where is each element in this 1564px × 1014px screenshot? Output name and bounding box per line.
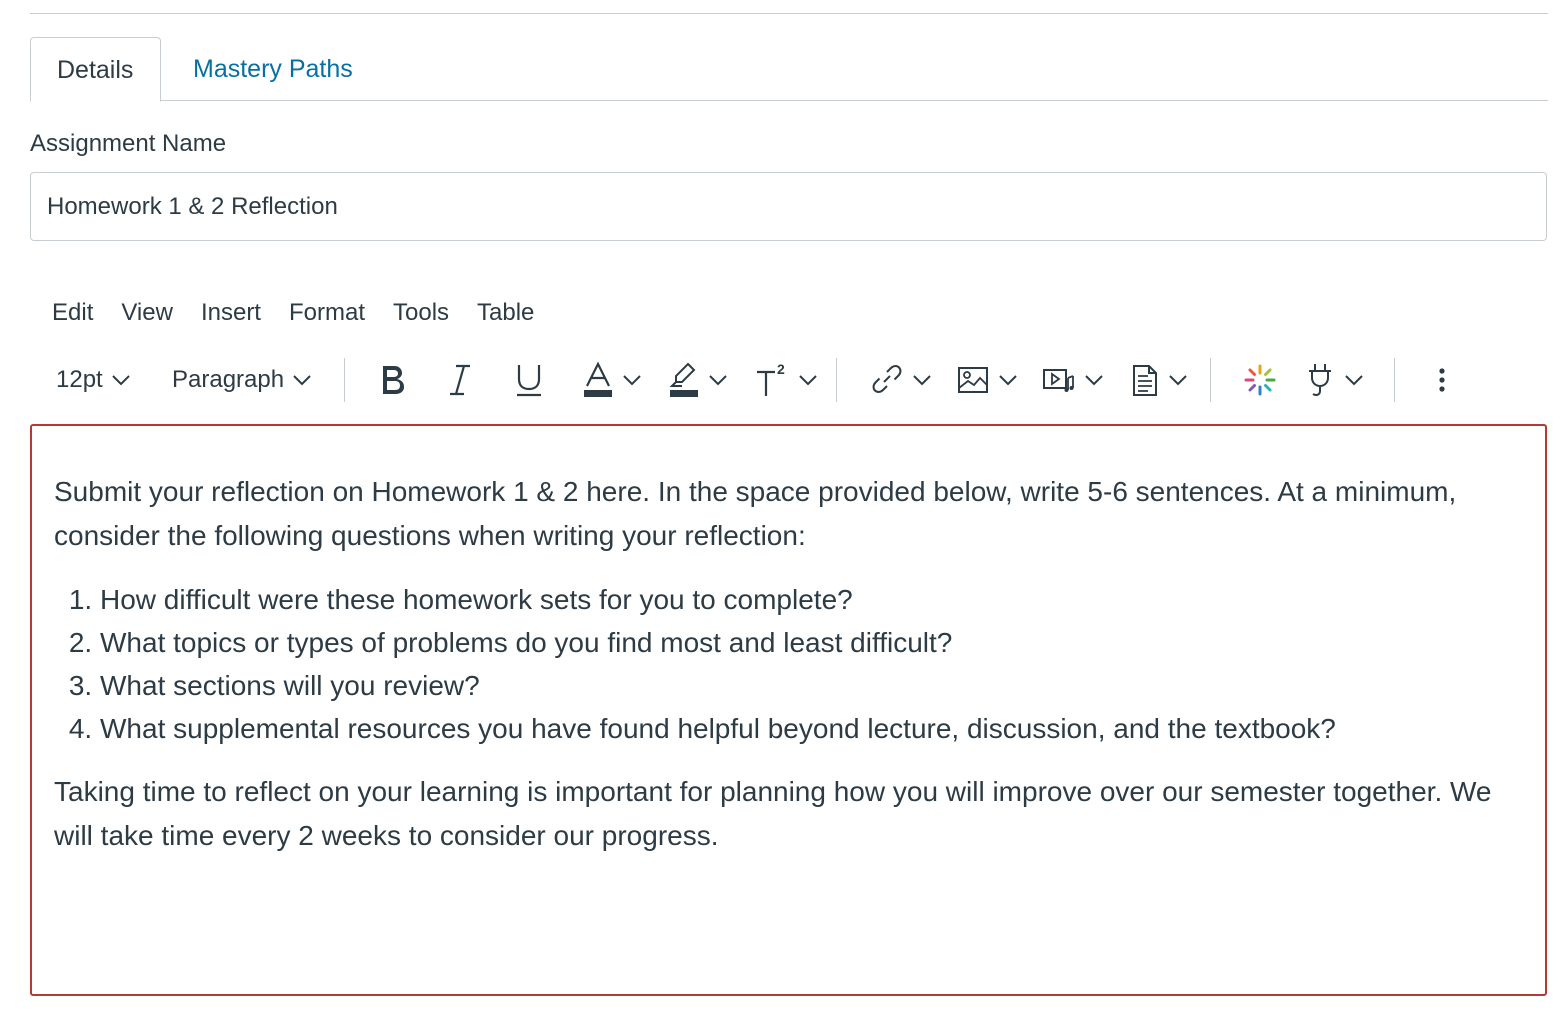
image-icon: [958, 367, 988, 393]
italic-icon: [450, 364, 470, 396]
toolbar-separator: [1210, 358, 1211, 402]
apps-icon: [1244, 364, 1276, 396]
tab-details[interactable]: Details: [30, 37, 161, 102]
highlight-icon: [669, 362, 698, 397]
link-icon: [872, 365, 902, 393]
svg-text:2: 2: [777, 361, 785, 377]
assignment-name-input[interactable]: [30, 172, 1547, 241]
toolbar-separator: [344, 358, 345, 402]
media-button[interactable]: [1042, 355, 1104, 405]
document-button[interactable]: [1130, 355, 1188, 405]
superscript-button[interactable]: 2: [754, 355, 818, 405]
link-button[interactable]: [870, 355, 932, 405]
menu-tools[interactable]: Tools: [379, 292, 463, 334]
menu-edit[interactable]: Edit: [38, 292, 107, 334]
underline-icon: [517, 365, 541, 397]
editor-menubar: Edit View Insert Format Tools Table: [38, 292, 548, 334]
block-format-select[interactable]: Paragraph: [172, 355, 312, 405]
questions-list: How difficult were these homework sets f…: [54, 578, 1514, 750]
image-button[interactable]: [956, 355, 1018, 405]
editor-content: Submit your reflection on Homework 1 & 2…: [54, 470, 1514, 858]
tab-mastery-paths[interactable]: Mastery Paths: [167, 37, 379, 101]
list-item: What sections will you review?: [100, 664, 1514, 707]
media-icon: [1043, 369, 1074, 392]
chevron-down-icon: [1169, 375, 1187, 386]
superscript-icon: 2: [757, 361, 785, 396]
more-options-button[interactable]: [1432, 355, 1452, 405]
italic-button[interactable]: [444, 355, 478, 405]
top-divider: [30, 13, 1548, 14]
bold-button[interactable]: [376, 355, 410, 405]
chevron-down-icon: [799, 375, 817, 386]
editor-toolbar: 12pt Paragraph 2: [40, 355, 1530, 405]
tab-bar: Details Mastery Paths: [30, 37, 1548, 102]
toolbar-separator: [836, 358, 837, 402]
menu-view[interactable]: View: [107, 292, 187, 334]
closing-paragraph: Taking time to reflect on your learning …: [54, 776, 1492, 851]
chevron-down-icon: [1085, 375, 1103, 386]
list-item: How difficult were these homework sets f…: [100, 578, 1514, 621]
menu-format[interactable]: Format: [275, 292, 379, 334]
bold-icon: [383, 366, 404, 394]
text-color-button[interactable]: [582, 355, 642, 405]
rich-text-editor[interactable]: Submit your reflection on Homework 1 & 2…: [30, 424, 1547, 996]
toolbar-separator: [1394, 358, 1395, 402]
menu-insert[interactable]: Insert: [187, 292, 275, 334]
list-item: What topics or types of problems do you …: [100, 621, 1514, 664]
underline-button[interactable]: [512, 355, 546, 405]
assignment-name-label: Assignment Name: [30, 130, 227, 157]
list-item: What supplemental resources you have fou…: [100, 707, 1514, 750]
chevron-down-icon: [913, 375, 931, 386]
text-color-icon: [584, 361, 612, 397]
chevron-down-icon: [999, 375, 1017, 386]
document-icon: [1133, 365, 1157, 396]
chevron-down-icon: [293, 375, 311, 386]
chevron-down-icon: [112, 375, 130, 386]
intro-paragraph: Submit your reflection on Homework 1 & 2…: [54, 476, 1457, 551]
font-size-select[interactable]: 12pt: [56, 355, 131, 405]
menu-table[interactable]: Table: [463, 292, 548, 334]
plugin-icon: [1309, 364, 1331, 396]
chevron-down-icon: [623, 375, 641, 386]
apps-button[interactable]: [1242, 355, 1278, 405]
plugin-button[interactable]: [1304, 355, 1364, 405]
chevron-down-icon: [709, 375, 727, 386]
font-size-value: 12pt: [56, 366, 103, 393]
highlight-color-button[interactable]: [668, 355, 728, 405]
block-format-value: Paragraph: [172, 366, 285, 393]
more-options-icon: [1439, 368, 1445, 392]
chevron-down-icon: [1345, 375, 1363, 386]
